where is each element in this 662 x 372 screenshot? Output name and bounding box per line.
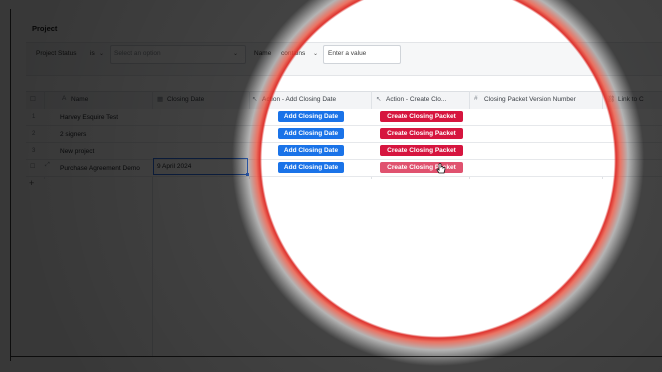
select-all-checkbox[interactable]: ☐ <box>30 95 36 103</box>
project-status-select-placeholder: Select an option <box>114 50 161 57</box>
hash-icon: # <box>474 95 478 102</box>
cursor-click-icon: ↖ <box>376 96 382 103</box>
create-closing-packet-button[interactable]: Create Closing Packet <box>380 111 463 122</box>
chevron-down-icon: ⌄ <box>99 51 105 57</box>
row-number: 3 <box>32 148 36 154</box>
column-header-closing-packet-version[interactable]: Closing Packet Version Number <box>484 96 576 103</box>
create-closing-packet-button[interactable]: Create Closing Packet <box>380 145 463 156</box>
create-closing-packet-button[interactable]: Create Closing Packet <box>380 128 463 139</box>
column-header-closing-date[interactable]: Closing Date <box>167 96 204 103</box>
closing-date-cell-selected[interactable]: 9 April 2024 <box>153 158 248 175</box>
chevron-down-icon: ⌄ <box>313 51 319 57</box>
row-checkbox[interactable]: ☐ <box>30 163 35 170</box>
table-row[interactable] <box>26 143 662 160</box>
fill-handle[interactable] <box>246 173 249 176</box>
row-name-cell[interactable]: Purchase Agreement Demo <box>60 165 140 172</box>
text-icon: A <box>62 95 67 102</box>
top-bar <box>0 0 662 9</box>
row-number: 1 <box>32 114 36 120</box>
page-title: Project <box>32 24 58 33</box>
column-header-action-create-closing[interactable]: Action - Create Clo... <box>386 96 446 103</box>
create-closing-packet-button[interactable]: Create Closing Packet <box>380 162 463 173</box>
add-closing-date-button[interactable]: Add Closing Date <box>278 111 344 122</box>
window-frame-left <box>10 9 11 361</box>
row-name-cell[interactable]: New project <box>60 148 94 155</box>
cursor-click-icon: ↖ <box>252 96 258 103</box>
column-header-link[interactable]: Link to C <box>618 96 644 103</box>
column-header-action-add-closing-date[interactable]: Action - Add Closing Date <box>262 96 336 103</box>
chevron-down-icon: ⌄ <box>233 51 239 57</box>
link-icon: ⛓ <box>607 96 616 103</box>
row-name-cell[interactable]: Harvey Esquire Test <box>60 114 118 121</box>
expand-row-icon[interactable]: ⤢ <box>45 162 50 169</box>
add-closing-date-button[interactable]: Add Closing Date <box>278 128 344 139</box>
add-closing-date-button[interactable]: Add Closing Date <box>278 162 344 173</box>
filter-name-label: Name <box>254 50 272 57</box>
screen: Project Project Status is ⌄ Select an op… <box>0 0 662 372</box>
row-name-cell[interactable]: 2 signers <box>60 131 86 138</box>
hand-cursor-icon <box>436 163 446 174</box>
add-closing-date-button[interactable]: Add Closing Date <box>278 145 344 156</box>
table-row[interactable] <box>26 109 662 126</box>
add-row-button[interactable]: + <box>29 178 34 188</box>
name-value-placeholder: Enter a value <box>328 50 367 57</box>
window-frame-bottom <box>10 356 662 357</box>
calendar-icon: ▦ <box>157 96 164 103</box>
filter-name-operator[interactable]: contains <box>281 50 305 57</box>
filter-project-status-operator[interactable]: is <box>90 50 95 57</box>
filter-project-status-label: Project Status <box>36 50 77 57</box>
column-header-name[interactable]: Name <box>71 96 88 103</box>
table-row[interactable] <box>26 126 662 143</box>
row-number: 2 <box>32 131 36 137</box>
